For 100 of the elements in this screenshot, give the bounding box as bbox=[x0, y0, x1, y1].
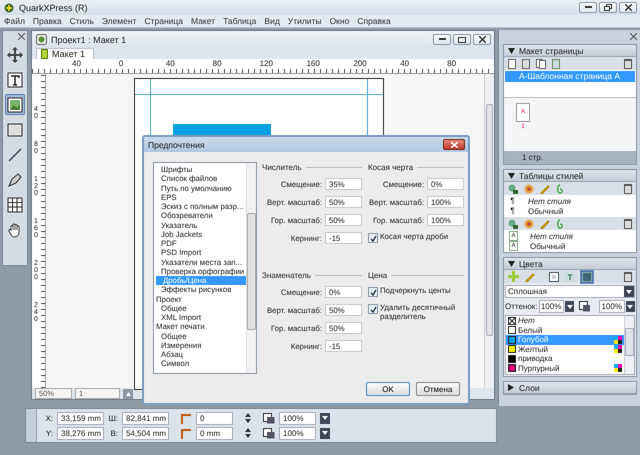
maximize-button[interactable] bbox=[453, 34, 471, 45]
trash-icon[interactable] bbox=[624, 218, 632, 228]
color-item[interactable]: Белый bbox=[506, 326, 624, 335]
caret-icon bbox=[626, 290, 632, 294]
ruler-label: 80 bbox=[212, 59, 223, 70]
page-icon[interactable] bbox=[552, 58, 560, 68]
input-field[interactable]: 54,504 mm bbox=[122, 426, 169, 440]
caret-icon bbox=[322, 431, 328, 435]
group-title: Числитель bbox=[262, 162, 302, 172]
close-button[interactable] bbox=[473, 34, 491, 45]
checkbox[interactable] bbox=[368, 287, 378, 297]
trash-icon[interactable] bbox=[624, 272, 632, 282]
caret-icon bbox=[627, 304, 634, 308]
close-button[interactable] bbox=[619, 2, 637, 13]
line-style-icon bbox=[181, 428, 192, 438]
group-title: Цена bbox=[368, 270, 388, 280]
style-marker: ¶ bbox=[509, 197, 516, 205]
palette-title: Макет страницы bbox=[519, 46, 584, 56]
rectangle-icon bbox=[7, 122, 23, 136]
close-button[interactable] bbox=[443, 139, 465, 150]
ruler-label: 160 bbox=[306, 59, 321, 70]
input-field[interactable]: 33,159 mm bbox=[57, 412, 104, 424]
style-item[interactable]: Обычный bbox=[530, 242, 566, 250]
checkbox[interactable] bbox=[368, 304, 378, 314]
menu-item[interactable]: Утилиты bbox=[288, 16, 322, 26]
opacity-dropdown[interactable]: 100% bbox=[599, 300, 625, 313]
cancel-button[interactable]: Отмена bbox=[416, 382, 460, 396]
palette-header[interactable]: Слои bbox=[504, 382, 636, 394]
ruler-label: 80 bbox=[447, 59, 458, 70]
color-item[interactable]: Желтый bbox=[506, 344, 624, 354]
input-field[interactable]: 82,841 mm bbox=[122, 412, 169, 424]
layout-tab[interactable]: Макет 1 bbox=[36, 48, 94, 59]
menu-item[interactable]: Страница bbox=[144, 16, 184, 26]
opacity-icon bbox=[263, 428, 275, 438]
ruler-label: 40 bbox=[166, 59, 176, 70]
spinner-icon bbox=[245, 428, 251, 438]
page-up-button[interactable] bbox=[123, 388, 133, 398]
app-title: QuarkXPress (R) bbox=[19, 2, 88, 12]
triangle-icon bbox=[508, 172, 515, 178]
text-color-icon[interactable] bbox=[565, 272, 575, 282]
menu-item[interactable]: Файл bbox=[4, 16, 25, 26]
input-field[interactable]: 0 mm bbox=[196, 426, 233, 440]
color-item[interactable]: Нет bbox=[506, 316, 624, 326]
document-icon bbox=[36, 34, 47, 45]
scrollbar[interactable] bbox=[624, 316, 634, 374]
checkbox[interactable] bbox=[368, 233, 378, 243]
style-item[interactable]: Нет стиля bbox=[530, 232, 573, 240]
input-field[interactable]: 38,276 mm bbox=[57, 426, 104, 440]
scrollbar[interactable] bbox=[246, 163, 256, 373]
close-icon bbox=[630, 33, 637, 40]
dropdown[interactable]: 100% bbox=[279, 426, 316, 440]
ruler-label: 40 bbox=[72, 59, 82, 70]
tool-button[interactable] bbox=[5, 94, 25, 115]
triangle-icon bbox=[508, 384, 515, 391]
dropdown-button[interactable] bbox=[320, 412, 330, 424]
palette-title: Цвета bbox=[519, 258, 543, 268]
palette-title: Слои bbox=[519, 382, 540, 392]
shade-dropdown[interactable]: 100% bbox=[538, 300, 564, 313]
menu-item[interactable]: Вид bbox=[264, 16, 280, 26]
color-item[interactable]: приводка bbox=[506, 354, 624, 364]
trash-icon[interactable] bbox=[624, 58, 632, 68]
close-icon bbox=[18, 33, 25, 40]
menu-item[interactable]: Окно bbox=[330, 16, 350, 26]
ok-button[interactable]: OK bbox=[366, 382, 410, 396]
line-style-icon bbox=[181, 412, 192, 424]
style-item[interactable]: Нет стиля bbox=[528, 196, 571, 206]
triangle-icon bbox=[508, 260, 515, 266]
menu-item[interactable]: Стиль bbox=[70, 16, 94, 26]
app-logo-icon bbox=[4, 2, 14, 12]
palette-header[interactable]: Цвета bbox=[504, 258, 636, 270]
table-icon bbox=[7, 196, 23, 212]
minimize-button[interactable] bbox=[433, 34, 451, 45]
dropdown-button[interactable] bbox=[626, 301, 635, 312]
menu-item[interactable]: Справка bbox=[357, 16, 391, 26]
frame-icon[interactable] bbox=[549, 272, 559, 282]
palette-header[interactable]: Макет страницы bbox=[504, 45, 636, 57]
check-icon bbox=[370, 306, 376, 312]
menu-item[interactable]: Правка bbox=[32, 16, 62, 26]
menu-item[interactable]: Элемент bbox=[102, 16, 136, 26]
opacity-icon bbox=[579, 301, 590, 312]
tool-button[interactable] bbox=[5, 44, 25, 65]
opacity-icon bbox=[263, 412, 275, 424]
minimize-button[interactable] bbox=[579, 2, 597, 13]
style-item[interactable]: Обычный bbox=[528, 206, 564, 216]
dropdown[interactable]: 100% bbox=[279, 412, 316, 424]
trash-icon[interactable] bbox=[624, 184, 632, 194]
restore-button[interactable] bbox=[599, 2, 617, 13]
menu-item[interactable]: Макет bbox=[191, 16, 216, 26]
minimize-icon bbox=[584, 6, 592, 9]
menu-item[interactable]: Таблица bbox=[223, 16, 256, 26]
ruler-label: 200 bbox=[353, 59, 368, 70]
dropdown-button[interactable] bbox=[565, 301, 574, 312]
dropdown-button[interactable] bbox=[320, 428, 330, 438]
move-icon bbox=[6, 46, 24, 64]
color-item[interactable]: Пурпурный bbox=[506, 364, 624, 373]
input-field[interactable]: 0 bbox=[196, 412, 233, 424]
minimize-icon bbox=[438, 38, 446, 41]
scrollbar[interactable] bbox=[484, 74, 494, 388]
dropdown[interactable]: Сплошная bbox=[505, 285, 635, 298]
palette-header[interactable]: Таблицы стилей bbox=[504, 170, 636, 182]
